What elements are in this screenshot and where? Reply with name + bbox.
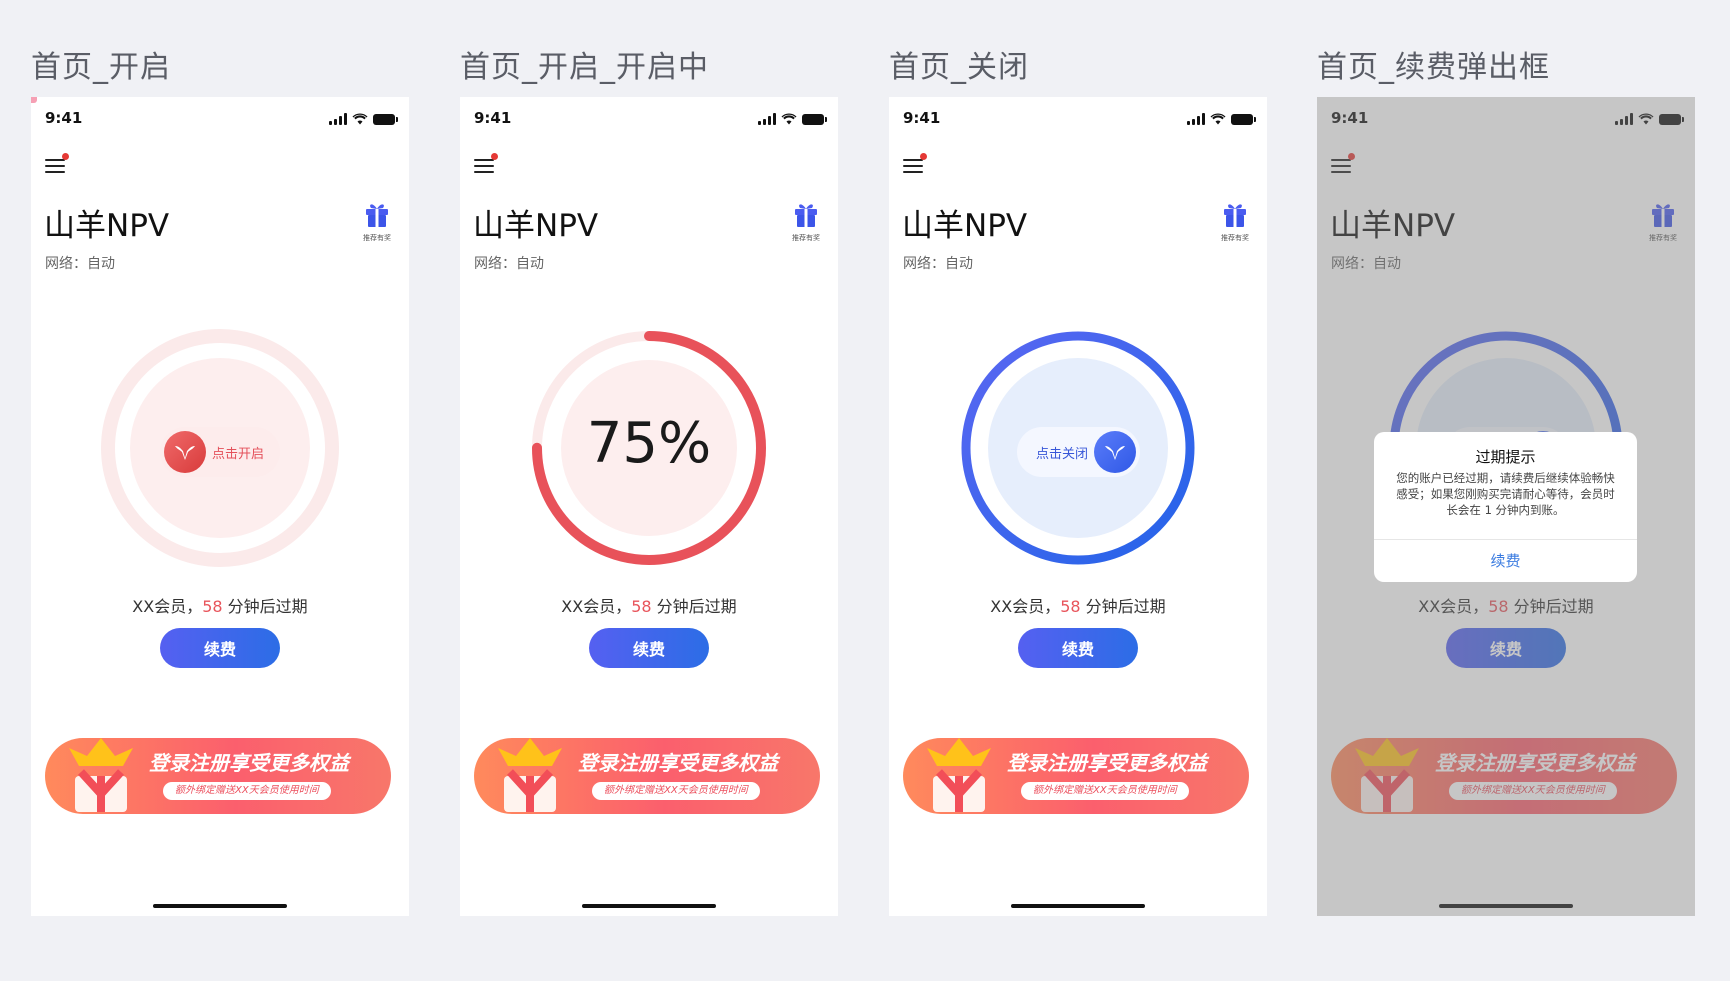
banner-title: 登录注册享受更多权益 xyxy=(149,751,349,775)
phone-screen-connecting: 9:41 山羊NPV 网络：自动 推荐有奖 75% XX会员，58 分钟后过期 … xyxy=(460,97,838,916)
referral-gift-button[interactable]: 推荐有奖 xyxy=(1218,200,1252,243)
cellular-signal-icon xyxy=(758,113,776,125)
gift-caption: 推荐有奖 xyxy=(1221,234,1249,242)
status-bar: 9:41 xyxy=(45,109,398,129)
goat-logo-icon xyxy=(1094,431,1136,473)
menu-icon[interactable] xyxy=(474,153,498,175)
notification-dot xyxy=(920,153,927,160)
status-bar: 9:41 xyxy=(474,109,827,129)
notification-dot xyxy=(491,153,498,160)
battery-icon xyxy=(373,113,398,125)
battery-icon xyxy=(802,113,827,125)
dialog-message: 您的账户已经过期，请续费后继续体验畅快感受；如果您刚购买完请耐心等待，会员时长会… xyxy=(1396,471,1615,517)
home-indicator xyxy=(153,904,287,908)
crown-gift-box-icon xyxy=(498,738,562,812)
membership-expiry: XX会员，58 分钟后过期 xyxy=(990,597,1166,616)
wifi-icon xyxy=(1210,113,1226,125)
screen-label-close: 首页_关闭 xyxy=(889,50,1029,85)
menu-icon[interactable] xyxy=(903,153,927,175)
membership-expiry: XX会员，58 分钟后过期 xyxy=(561,597,737,616)
register-promo-banner[interactable]: 登录注册享受更多权益 额外绑定赠送XX天会员使用时间 xyxy=(474,738,820,814)
expiry-dialog: 过期提示 您的账户已经过期，请续费后继续体验畅快感受；如果您刚购买完请耐心等待，… xyxy=(1374,432,1637,582)
gift-icon xyxy=(366,204,388,227)
banner-subtitle: 额外绑定赠送XX天会员使用时间 xyxy=(163,782,331,800)
membership-expiry: XX会员，58 分钟后过期 xyxy=(132,597,308,616)
status-time: 9:41 xyxy=(474,109,512,127)
goat-logo-icon xyxy=(164,431,206,473)
home-indicator xyxy=(582,904,716,908)
phone-screen-open: 9:41 山羊NPV 网络：自动 推荐有奖 点击开启 XX会员，58 分钟后过期… xyxy=(31,97,409,916)
battery-icon xyxy=(1231,113,1256,125)
banner-title: 登录注册享受更多权益 xyxy=(1007,751,1207,775)
toggle-label: 点击关闭 xyxy=(1035,446,1088,462)
gift-caption: 推荐有奖 xyxy=(363,234,391,242)
home-indicator xyxy=(1011,904,1145,908)
network-mode[interactable]: 网络：自动 xyxy=(45,253,115,273)
renew-button[interactable]: 续费 xyxy=(589,628,709,668)
register-promo-banner[interactable]: 登录注册享受更多权益 额外绑定赠送XX天会员使用时间 xyxy=(45,738,391,814)
status-time: 9:41 xyxy=(903,109,941,127)
crown-gift-box-icon xyxy=(69,738,133,812)
referral-gift-button[interactable]: 推荐有奖 xyxy=(360,200,394,243)
phone-screen-close: 9:41 山羊NPV 网络：自动 推荐有奖 点击关闭 XX会员，58 分钟后过期… xyxy=(889,97,1267,916)
phone-screen-renew-dialog: 9:41 山羊NPV 网络：自动 推荐有奖 XX会员，58 分钟后过期 续费 登… xyxy=(1317,97,1695,916)
status-time: 9:41 xyxy=(45,109,83,127)
banner-subtitle: 额外绑定赠送XX天会员使用时间 xyxy=(592,782,760,800)
banner-title: 登录注册享受更多权益 xyxy=(578,751,778,775)
cellular-signal-icon xyxy=(1187,113,1205,125)
register-promo-banner[interactable]: 登录注册享受更多权益 额外绑定赠送XX天会员使用时间 xyxy=(903,738,1249,814)
wifi-icon xyxy=(781,113,797,125)
gift-icon xyxy=(795,204,817,227)
renew-button[interactable]: 续费 xyxy=(160,628,280,668)
status-bar: 9:41 xyxy=(903,109,1256,129)
toggle-label: 点击开启 xyxy=(212,446,265,462)
gift-caption: 推荐有奖 xyxy=(792,234,820,242)
app-title: 山羊NPV xyxy=(44,208,170,244)
progress-percent: 75% xyxy=(586,411,712,476)
referral-gift-button[interactable]: 推荐有奖 xyxy=(789,200,823,243)
banner-subtitle: 额外绑定赠送XX天会员使用时间 xyxy=(1021,782,1189,800)
disconnect-toggle[interactable]: 点击关闭 xyxy=(1017,427,1140,477)
screen-label-open: 首页_开启 xyxy=(31,50,171,85)
cellular-signal-icon xyxy=(329,113,347,125)
network-mode[interactable]: 网络：自动 xyxy=(474,253,544,273)
app-title: 山羊NPV xyxy=(473,208,599,244)
screen-label-connecting: 首页_开启_开启中 xyxy=(460,50,709,85)
dialog-title: 过期提示 xyxy=(1475,448,1536,466)
dialog-renew-button[interactable]: 续费 xyxy=(1374,540,1637,582)
crown-gift-box-icon xyxy=(927,738,991,812)
gift-icon xyxy=(1224,204,1246,227)
renew-button[interactable]: 续费 xyxy=(1018,628,1138,668)
network-mode[interactable]: 网络：自动 xyxy=(903,253,973,273)
menu-icon[interactable] xyxy=(45,153,69,175)
screen-label-renew-dialog: 首页_续费弹出框 xyxy=(1317,50,1550,85)
corner-marker xyxy=(31,97,37,103)
wifi-icon xyxy=(352,113,368,125)
notification-dot xyxy=(62,153,69,160)
app-title: 山羊NPV xyxy=(902,208,1028,244)
connect-toggle[interactable]: 点击开启 xyxy=(160,427,280,477)
